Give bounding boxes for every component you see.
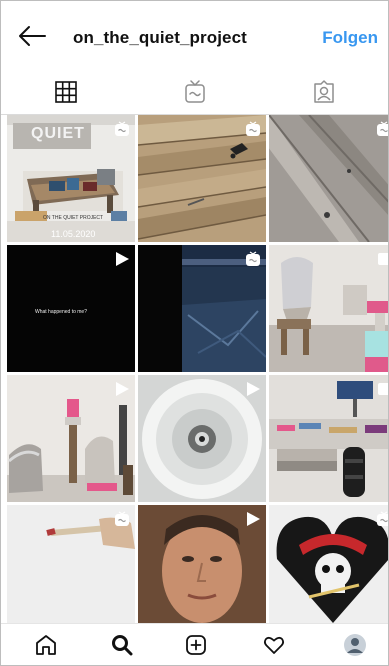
play-icon	[116, 252, 129, 266]
search-icon	[112, 635, 133, 656]
tab-tagged[interactable]	[259, 69, 388, 114]
heart-icon	[263, 636, 285, 654]
post-thumbnail-7[interactable]	[7, 375, 135, 502]
post-grid: QUIET ON THE QUIET PROJECT 11.05.2020 Wh…	[7, 115, 388, 623]
post-thumbnail-1[interactable]: QUIET ON THE QUIET PROJECT 11.05.2020	[7, 115, 135, 242]
nav-add-post[interactable]	[166, 624, 226, 665]
igtv-icon	[115, 511, 129, 526]
nav-home[interactable]	[16, 624, 76, 665]
add-post-icon	[186, 635, 206, 655]
igtv-icon	[184, 79, 205, 103]
post-thumbnail-3[interactable]	[269, 115, 388, 242]
profile-avatar-icon	[344, 634, 366, 656]
back-arrow-icon[interactable]	[17, 23, 47, 49]
tab-igtv[interactable]	[130, 69, 259, 114]
tab-grid[interactable]	[1, 69, 130, 114]
post-thumbnail-11[interactable]	[138, 505, 266, 632]
tagged-icon	[313, 79, 334, 103]
igtv-icon	[377, 511, 388, 526]
post-thumbnail-6[interactable]	[269, 245, 388, 372]
square-icon	[378, 253, 388, 265]
grid-icon	[54, 80, 77, 103]
post-thumbnail-12[interactable]	[269, 505, 388, 632]
profile-header: on_the_quiet_project Folgen	[1, 1, 388, 69]
igtv-icon	[246, 121, 260, 136]
post-thumbnail-9[interactable]	[269, 375, 388, 502]
home-icon	[36, 635, 56, 655]
follow-button[interactable]: Folgen	[322, 28, 378, 48]
igtv-icon	[115, 121, 129, 136]
post-thumbnail-8[interactable]	[138, 375, 266, 502]
profile-username: on_the_quiet_project	[73, 28, 247, 47]
play-icon	[116, 382, 129, 396]
profile-tabs	[1, 69, 388, 115]
post-overlay-subtitle: ON THE QUIET PROJECT	[43, 215, 104, 221]
nav-activity[interactable]	[244, 624, 304, 665]
nav-search[interactable]	[92, 624, 152, 665]
instagram-profile-screen: on_the_quiet_project Folgen QUIET ON THE…	[0, 0, 389, 666]
post-thumbnail-2[interactable]	[138, 115, 266, 242]
post-thumbnail-5[interactable]	[138, 245, 266, 372]
post-overlay-title: QUIET	[31, 125, 85, 142]
igtv-icon	[377, 121, 388, 136]
igtv-icon	[246, 251, 260, 266]
post-overlay-date: 11.05.2020	[51, 229, 96, 239]
post-caption: What happened to me?	[35, 309, 87, 315]
post-thumbnail-4[interactable]: What happened to me?	[7, 245, 135, 372]
square-icon	[378, 383, 388, 395]
post-thumbnail-10[interactable]	[7, 505, 135, 632]
play-icon	[247, 382, 260, 396]
play-icon	[247, 512, 260, 526]
nav-profile[interactable]	[325, 624, 385, 665]
bottom-navigation	[1, 623, 388, 665]
